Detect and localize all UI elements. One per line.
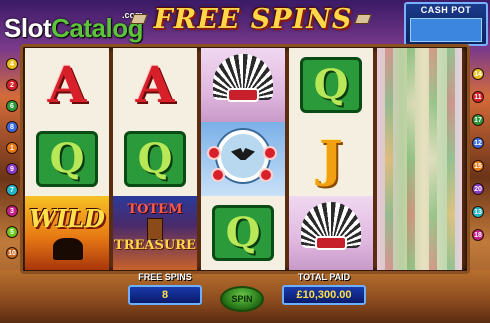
- reel-2-symbol-totem: TOTEM TREASURE: [113, 196, 197, 270]
- payline-marker: 1: [6, 142, 18, 154]
- reel-3-symbol-dreamcatcher: [201, 122, 285, 196]
- card-q-tile: Q: [212, 205, 274, 261]
- totem-treasure-symbol: TOTEM TREASURE: [113, 196, 197, 270]
- flower-icon: [211, 168, 225, 182]
- total-paid-value: £10,300.00: [282, 285, 366, 305]
- card-j-symbol: J: [319, 129, 343, 188]
- reel-1-symbol-wild: WILD: [25, 196, 109, 270]
- reel-1-symbol-Q: Q: [25, 122, 109, 196]
- payline-marker: 7: [6, 184, 18, 196]
- free-spins-label: FREE SPINS: [138, 272, 192, 282]
- payline-marker: 6: [6, 100, 18, 112]
- payline-marker: 12: [472, 137, 484, 149]
- wild-symbol: WILD: [25, 196, 109, 270]
- payline-marker: 2: [6, 79, 18, 91]
- card-q-tile: Q: [124, 131, 186, 187]
- reel-4: Q J: [289, 48, 373, 270]
- treasure-label: TREASURE: [114, 238, 196, 253]
- reel-4-symbol-Q: Q: [289, 48, 373, 122]
- reel-2: A Q TOTEM TREASURE: [113, 48, 197, 270]
- reel-1: A Q WILD: [25, 48, 109, 270]
- card-q-tile: Q: [36, 131, 98, 187]
- payline-marker: 18: [472, 229, 484, 241]
- payline-marker: 10: [6, 247, 18, 259]
- card-q-symbol: Q: [225, 209, 261, 256]
- reel-1-symbol-A: A: [25, 48, 109, 122]
- card-q-symbol: Q: [313, 61, 349, 108]
- flower-icon: [259, 168, 273, 182]
- slotcatalog-logo: Slot Catalog .com: [4, 8, 143, 44]
- blur-streak: [429, 48, 437, 270]
- dreamcatcher-symbol: [201, 122, 285, 196]
- payline-marker: 5: [6, 226, 18, 238]
- payline-marker: 11: [472, 91, 484, 103]
- payline-marker: 14: [472, 68, 484, 80]
- payline-marker: 20: [472, 183, 484, 195]
- payline-marker: 3: [6, 205, 18, 217]
- cash-pot-label: CASH POT: [420, 5, 472, 15]
- spin-button[interactable]: SPIN: [220, 286, 264, 312]
- reel-4-symbol-headdress: [289, 196, 373, 270]
- reel-4-symbol-J: J: [289, 122, 373, 196]
- total-paid-label: TOTAL PAID: [297, 272, 351, 282]
- horse-rider-icon: [53, 238, 83, 260]
- card-q-tile: Q: [300, 57, 362, 113]
- payline-marker: 4: [6, 58, 18, 70]
- card-q-symbol: Q: [49, 135, 85, 182]
- flower-icon: [263, 146, 277, 160]
- payline-marker: 8: [6, 121, 18, 133]
- reel-2-symbol-Q: Q: [113, 122, 197, 196]
- totem-label: TOTEM: [127, 202, 183, 217]
- card-a-symbol: A: [135, 55, 175, 114]
- wild-label: WILD: [29, 204, 105, 233]
- headdress-symbol: [201, 48, 285, 122]
- cash-pot-panel: CASH POT: [404, 2, 488, 46]
- headband-icon: [315, 236, 347, 250]
- payline-marker: 15: [472, 160, 484, 172]
- flower-icon: [207, 146, 221, 160]
- free-spins-title: FREE SPINS: [153, 4, 353, 35]
- blur-streak: [385, 48, 393, 270]
- logo-text-slot: Slot: [4, 13, 52, 43]
- headband-icon: [227, 88, 259, 102]
- cash-pot-value: [410, 18, 482, 42]
- reel-2-symbol-A: A: [113, 48, 197, 122]
- payline-marker: 13: [472, 206, 484, 218]
- card-q-symbol: Q: [137, 135, 173, 182]
- card-a-symbol: A: [47, 55, 87, 114]
- reel-3-symbol-Q: Q: [201, 196, 285, 270]
- payline-marker: 9: [6, 163, 18, 175]
- blur-streak: [407, 48, 415, 270]
- reel-3-symbol-headdress: [201, 48, 285, 122]
- reel-5-spinning: [377, 48, 462, 270]
- reel-3: Q: [201, 48, 285, 270]
- free-spins-counter: 8: [128, 285, 202, 305]
- blur-streak: [447, 48, 455, 270]
- headdress-symbol: [289, 196, 373, 270]
- payline-marker: 17: [472, 114, 484, 126]
- totem-pole-icon: [147, 218, 163, 240]
